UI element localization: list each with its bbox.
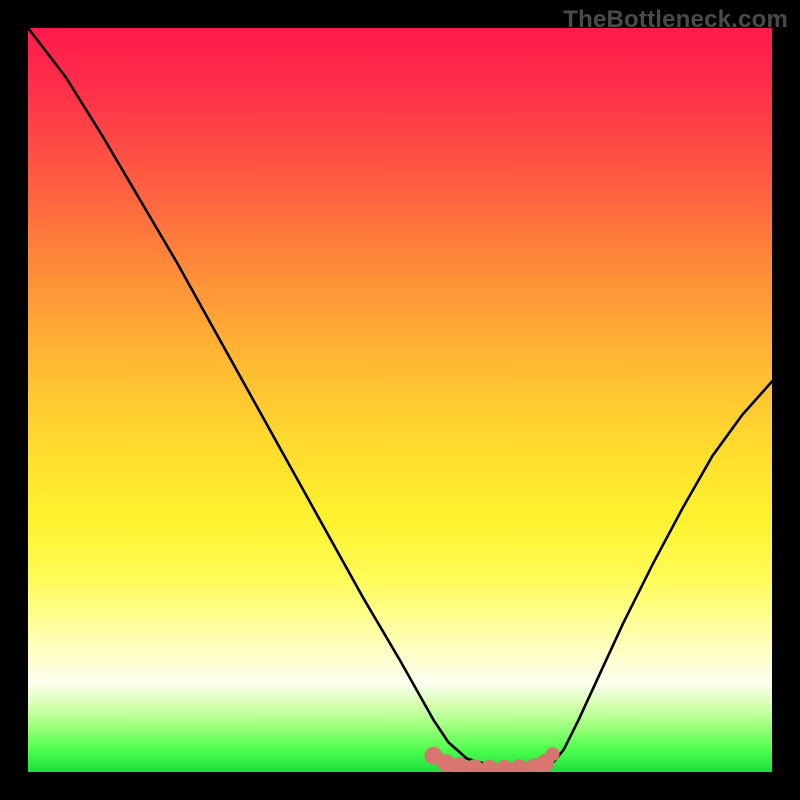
plot-area: [28, 28, 772, 772]
overlay-svg: [28, 28, 772, 772]
bottleneck-curve: [28, 28, 772, 768]
chart-frame: TheBottleneck.com: [0, 0, 800, 800]
endpoint-marker: [546, 747, 560, 761]
trough-markers: [424, 747, 554, 772]
